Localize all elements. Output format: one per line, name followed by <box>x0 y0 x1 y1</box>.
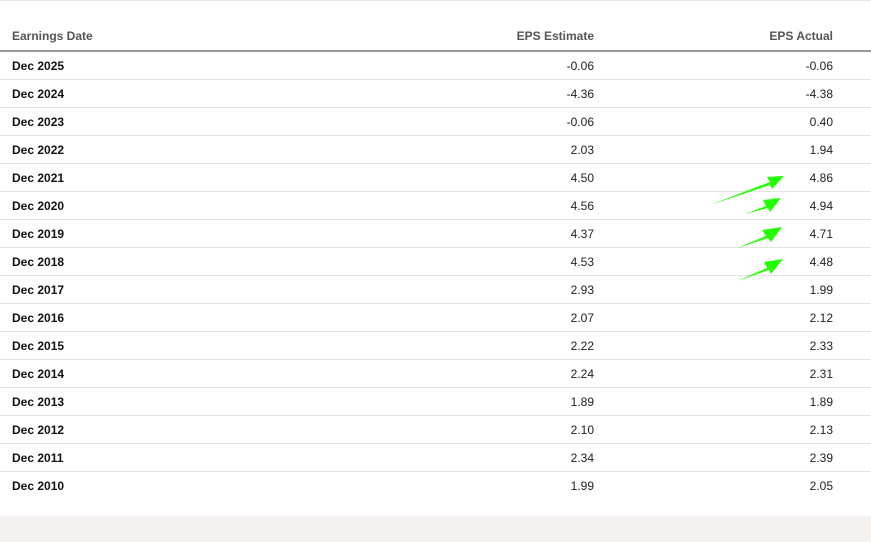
earnings-date-cell: Dec 2022 <box>0 135 132 164</box>
table-row: Dec 2017 2.93 1.99 <box>0 275 871 304</box>
eps-estimate-cell: 2.24 <box>132 359 594 388</box>
row-spacer <box>833 247 871 276</box>
header-eps-actual[interactable]: EPS Actual <box>594 22 833 52</box>
earnings-date-cell: Dec 2024 <box>0 79 132 108</box>
header-spacer <box>833 22 871 52</box>
row-spacer <box>833 387 871 416</box>
eps-estimate-cell: 2.22 <box>132 331 594 360</box>
row-spacer <box>833 219 871 248</box>
header-earnings-date[interactable]: Earnings Date <box>0 22 132 52</box>
eps-estimate-cell: -0.06 <box>132 107 594 136</box>
table-row: Dec 2010 1.99 2.05 <box>0 472 871 500</box>
earnings-date-cell: Dec 2011 <box>0 443 132 472</box>
earnings-date-cell: Dec 2014 <box>0 359 132 388</box>
row-spacer <box>833 415 871 444</box>
table-row: Dec 2013 1.89 1.89 <box>0 387 871 416</box>
row-spacer <box>833 51 871 80</box>
table-row: Dec 2015 2.22 2.33 <box>0 331 871 360</box>
eps-actual-cell: 1.89 <box>594 387 833 416</box>
table-row: Dec 2021 4.50 4.86 <box>0 163 871 192</box>
eps-actual-cell: 2.05 <box>809 478 833 493</box>
row-spacer <box>833 275 871 304</box>
table-row: Dec 2023 -0.06 0.40 <box>0 107 871 136</box>
eps-actual-cell: 2.12 <box>594 303 833 332</box>
eps-estimate-cell: 2.34 <box>132 443 594 472</box>
earnings-date-cell: Dec 2021 <box>0 163 132 192</box>
row-spacer <box>833 472 871 500</box>
earnings-date-cell: Dec 2023 <box>0 107 132 136</box>
earnings-date-cell: Dec 2019 <box>0 219 132 248</box>
earnings-table: Earnings Date EPS Estimate EPS Actual De… <box>0 22 871 499</box>
eps-estimate-cell: 4.56 <box>132 191 594 220</box>
eps-actual-cell: 1.99 <box>594 275 833 304</box>
top-divider <box>0 0 871 1</box>
footer-band <box>0 516 871 542</box>
table-row: Dec 2018 4.53 4.48 <box>0 247 871 276</box>
eps-actual-cell: 4.71 <box>594 219 833 248</box>
row-spacer <box>833 163 871 192</box>
table-row: Dec 2022 2.03 1.94 <box>0 135 871 164</box>
eps-actual-cell: 2.13 <box>594 415 833 444</box>
table-row: Dec 2014 2.24 2.31 <box>0 359 871 388</box>
earnings-date-cell: Dec 2016 <box>0 303 132 332</box>
earnings-date-cell: Dec 2018 <box>0 247 132 276</box>
eps-estimate-cell: -0.06 <box>132 51 594 80</box>
row-spacer <box>833 303 871 332</box>
table-row: Dec 2016 2.07 2.12 <box>0 303 871 332</box>
row-spacer <box>833 191 871 220</box>
eps-actual-cell: 4.94 <box>594 191 833 220</box>
earnings-date-cell: Dec 2010 <box>12 478 65 493</box>
eps-actual-cell: -4.38 <box>594 79 833 108</box>
table-row: Dec 2024 -4.36 -4.38 <box>0 79 871 108</box>
eps-estimate-cell: 4.37 <box>132 219 594 248</box>
earnings-date-cell: Dec 2017 <box>0 275 132 304</box>
eps-estimate-cell: 2.93 <box>132 275 594 304</box>
earnings-table-container: Earnings Date EPS Estimate EPS Actual De… <box>0 22 871 499</box>
row-spacer <box>833 359 871 388</box>
earnings-date-cell: Dec 2020 <box>0 191 132 220</box>
row-spacer <box>833 331 871 360</box>
eps-estimate-cell: -4.36 <box>132 79 594 108</box>
table-row: Dec 2012 2.10 2.13 <box>0 415 871 444</box>
eps-estimate-cell: 1.99 <box>570 478 594 493</box>
eps-actual-cell: 1.94 <box>594 135 833 164</box>
earnings-date-cell: Dec 2025 <box>0 51 132 80</box>
row-spacer <box>833 443 871 472</box>
row-spacer <box>833 107 871 136</box>
table-row: Dec 2020 4.56 4.94 <box>0 191 871 220</box>
row-spacer <box>833 135 871 164</box>
eps-actual-cell: 2.31 <box>594 359 833 388</box>
eps-estimate-cell: 2.03 <box>132 135 594 164</box>
eps-actual-cell: -0.06 <box>594 51 833 80</box>
eps-estimate-cell: 2.07 <box>132 303 594 332</box>
table-row: Dec 2011 2.34 2.39 <box>0 443 871 472</box>
eps-actual-cell: 2.33 <box>594 331 833 360</box>
header-eps-estimate[interactable]: EPS Estimate <box>132 22 594 52</box>
table-header-row: Earnings Date EPS Estimate EPS Actual <box>0 22 871 52</box>
eps-actual-cell: 4.48 <box>594 247 833 276</box>
earnings-date-cell: Dec 2013 <box>0 387 132 416</box>
table-body: Dec 2025 -0.06 -0.06 Dec 2024 -4.36 -4.3… <box>0 51 871 499</box>
table-row: Dec 2019 4.37 4.71 <box>0 219 871 248</box>
eps-estimate-cell: 4.50 <box>132 163 594 192</box>
eps-estimate-cell: 4.53 <box>132 247 594 276</box>
table-row: Dec 2025 -0.06 -0.06 <box>0 51 871 80</box>
eps-estimate-cell: 1.89 <box>132 387 594 416</box>
earnings-date-cell: Dec 2015 <box>0 331 132 360</box>
eps-actual-cell: 2.39 <box>594 443 833 472</box>
earnings-date-cell: Dec 2012 <box>0 415 132 444</box>
row-spacer <box>833 79 871 108</box>
eps-actual-cell: 0.40 <box>594 107 833 136</box>
eps-actual-cell: 4.86 <box>594 163 833 192</box>
eps-estimate-cell: 2.10 <box>132 415 594 444</box>
